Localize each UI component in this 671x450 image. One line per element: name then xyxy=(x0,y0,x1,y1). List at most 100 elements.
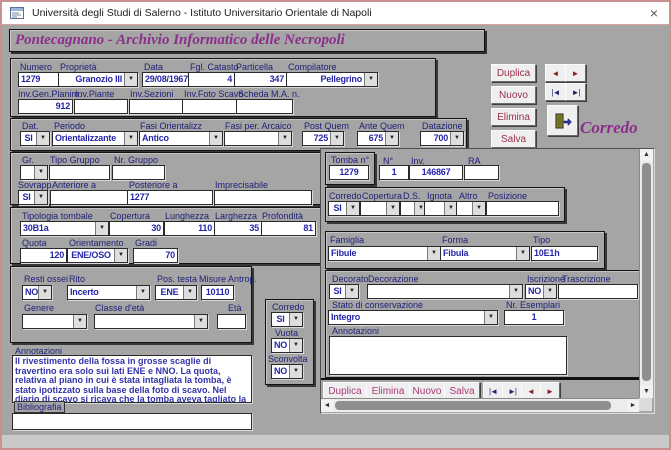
copertura-field[interactable]: 30 xyxy=(109,221,164,236)
famiglia-combobox[interactable]: Fibule▼ xyxy=(328,246,441,261)
stato-conservazione-combobox[interactable]: Integro▼ xyxy=(328,310,498,325)
scroll-left-icon[interactable]: ◄ xyxy=(321,399,333,412)
tipo-gruppo-field[interactable] xyxy=(49,165,110,180)
inv-field[interactable]: 146867 xyxy=(409,165,463,180)
chevron-down-icon[interactable]: ▼ xyxy=(427,247,440,260)
tomba-n-field[interactable]: 1279 xyxy=(329,165,369,180)
data-field[interactable]: 29/08/1967 xyxy=(142,72,191,87)
tipo-field[interactable]: 10E1h xyxy=(531,246,598,261)
larghezza-field[interactable]: 35 xyxy=(214,221,262,236)
compilatore-combobox[interactable]: Pellegrino▼ xyxy=(286,72,378,87)
chevron-down-icon[interactable]: ▼ xyxy=(73,315,86,328)
scroll-right-icon[interactable]: ► xyxy=(627,399,639,412)
annotazioni-textarea[interactable]: Il rivestimento della fossa in grosse sc… xyxy=(12,355,252,403)
altro-combobox[interactable]: ▼ xyxy=(456,201,486,216)
fgl-catasto-field[interactable]: 4 xyxy=(188,72,235,87)
chevron-down-icon[interactable]: ▼ xyxy=(289,313,302,326)
trascrizione-field[interactable] xyxy=(558,284,638,299)
misure-antrop-field[interactable]: 10110 xyxy=(201,285,234,300)
chevron-down-icon[interactable]: ▼ xyxy=(278,132,291,145)
chevron-down-icon[interactable]: ▼ xyxy=(183,286,196,299)
numero-field[interactable]: 1279 xyxy=(18,72,60,87)
proprieta-combobox[interactable]: Granozio III▼ xyxy=(58,72,138,87)
quota-field[interactable]: 120 xyxy=(20,248,67,263)
posizione-field[interactable] xyxy=(486,201,559,216)
chevron-down-icon[interactable]: ▼ xyxy=(209,132,222,145)
record-prev-button[interactable]: ◄ xyxy=(545,64,566,82)
nr-gruppo-field[interactable] xyxy=(112,165,165,180)
vertical-scroll-thumb[interactable] xyxy=(642,163,651,381)
tipologia-tombale-combobox[interactable]: 30B1a▼ xyxy=(20,221,109,236)
chevron-down-icon[interactable]: ▼ xyxy=(543,285,556,298)
chevron-down-icon[interactable]: ▼ xyxy=(330,132,343,145)
decorazione-combobox[interactable]: ▼ xyxy=(367,284,523,299)
nr-esemplari-field[interactable]: 1 xyxy=(504,310,564,325)
rito-combobox[interactable]: Incerto▼ xyxy=(67,285,150,300)
elimina-button[interactable]: Elimina xyxy=(491,108,536,126)
chevron-down-icon[interactable]: ▼ xyxy=(509,285,522,298)
inv-foto-scavo-field[interactable] xyxy=(182,99,237,114)
dat-combobox[interactable]: SI▼ xyxy=(20,131,50,146)
annotazioni-corredo-textarea[interactable] xyxy=(329,336,567,375)
scroll-down-icon[interactable]: ▼ xyxy=(640,386,653,398)
chevron-down-icon[interactable]: ▼ xyxy=(289,365,302,378)
classe-eta-combobox[interactable]: ▼ xyxy=(94,314,208,329)
chevron-down-icon[interactable]: ▼ xyxy=(385,132,398,145)
imprecisabile-field[interactable] xyxy=(214,190,312,205)
ignota-combobox[interactable]: ▼ xyxy=(424,201,458,216)
datazione-combobox[interactable]: 700▼ xyxy=(420,131,464,146)
chevron-down-icon[interactable]: ▼ xyxy=(386,202,399,215)
close-icon[interactable]: × xyxy=(650,4,658,22)
horizontal-scroll-thumb[interactable] xyxy=(335,401,611,410)
sovrapp-combobox[interactable]: SI▼ xyxy=(18,190,48,205)
salva-button[interactable]: Salva xyxy=(491,130,536,148)
chevron-down-icon[interactable]: ▼ xyxy=(34,166,47,179)
chevron-down-icon[interactable]: ▼ xyxy=(345,285,358,298)
chevron-down-icon[interactable]: ▼ xyxy=(124,73,137,86)
scheda-ma-field[interactable] xyxy=(236,99,293,114)
eta-field[interactable] xyxy=(217,314,246,329)
resti-ossei-combobox[interactable]: NO▼ xyxy=(22,285,52,300)
posteriore-field[interactable]: 1277 xyxy=(127,190,213,205)
orientamento-combobox[interactable]: ENE/OSO▼ xyxy=(67,248,128,263)
n-field[interactable]: 1 xyxy=(379,165,409,180)
genere-combobox[interactable]: ▼ xyxy=(22,314,87,329)
vuota-combobox[interactable]: NO▼ xyxy=(271,338,303,353)
forma-combobox[interactable]: Fibula▼ xyxy=(440,246,530,261)
iscrizione-combobox[interactable]: NO▼ xyxy=(525,284,557,299)
gradi-field[interactable]: 70 xyxy=(133,248,178,263)
ante-quem-combobox[interactable]: 675▼ xyxy=(357,131,399,146)
ra-field[interactable] xyxy=(464,165,499,180)
chevron-down-icon[interactable]: ▼ xyxy=(114,249,127,262)
sconvolta-combobox[interactable]: NO▼ xyxy=(271,364,303,379)
duplica-button[interactable]: Duplica xyxy=(491,64,536,82)
chevron-down-icon[interactable]: ▼ xyxy=(194,315,207,328)
horizontal-scrollbar[interactable]: ◄ ► xyxy=(321,398,639,412)
chevron-down-icon[interactable]: ▼ xyxy=(34,191,47,204)
chevron-down-icon[interactable]: ▼ xyxy=(95,222,108,235)
particella-field[interactable]: 347 xyxy=(234,72,287,87)
chevron-down-icon[interactable]: ▼ xyxy=(38,286,51,299)
chevron-down-icon[interactable]: ▼ xyxy=(136,286,149,299)
inv-gen-planim-field[interactable]: 912 xyxy=(18,99,73,114)
exit-button[interactable] xyxy=(547,105,578,136)
profondita-field[interactable]: 81 xyxy=(261,221,316,236)
periodo-combobox[interactable]: Orientalizzante▼ xyxy=(52,131,138,146)
nuovo-button[interactable]: Nuovo xyxy=(491,86,536,104)
corredo-rep-combobox[interactable]: SI▼ xyxy=(328,201,360,216)
chevron-down-icon[interactable]: ▼ xyxy=(36,132,49,145)
chevron-down-icon[interactable]: ▼ xyxy=(124,132,137,145)
gr-combobox[interactable]: ▼ xyxy=(20,165,48,180)
chevron-down-icon[interactable]: ▼ xyxy=(472,202,485,215)
pos-testa-combobox[interactable]: ENE▼ xyxy=(155,285,197,300)
chevron-down-icon[interactable]: ▼ xyxy=(364,73,377,86)
anteriore-field[interactable] xyxy=(50,190,128,205)
chevron-down-icon[interactable]: ▼ xyxy=(450,132,463,145)
copertura-rep-combobox[interactable]: ▼ xyxy=(360,201,400,216)
bibliografia-textarea[interactable] xyxy=(12,413,252,430)
record-last-button[interactable]: ►| xyxy=(565,83,586,101)
lunghezza-field[interactable]: 110 xyxy=(164,221,215,236)
vertical-scrollbar[interactable]: ▲ ▼ xyxy=(639,149,653,398)
post-quem-combobox[interactable]: 725▼ xyxy=(302,131,344,146)
record-first-button[interactable]: |◄ xyxy=(545,83,566,101)
